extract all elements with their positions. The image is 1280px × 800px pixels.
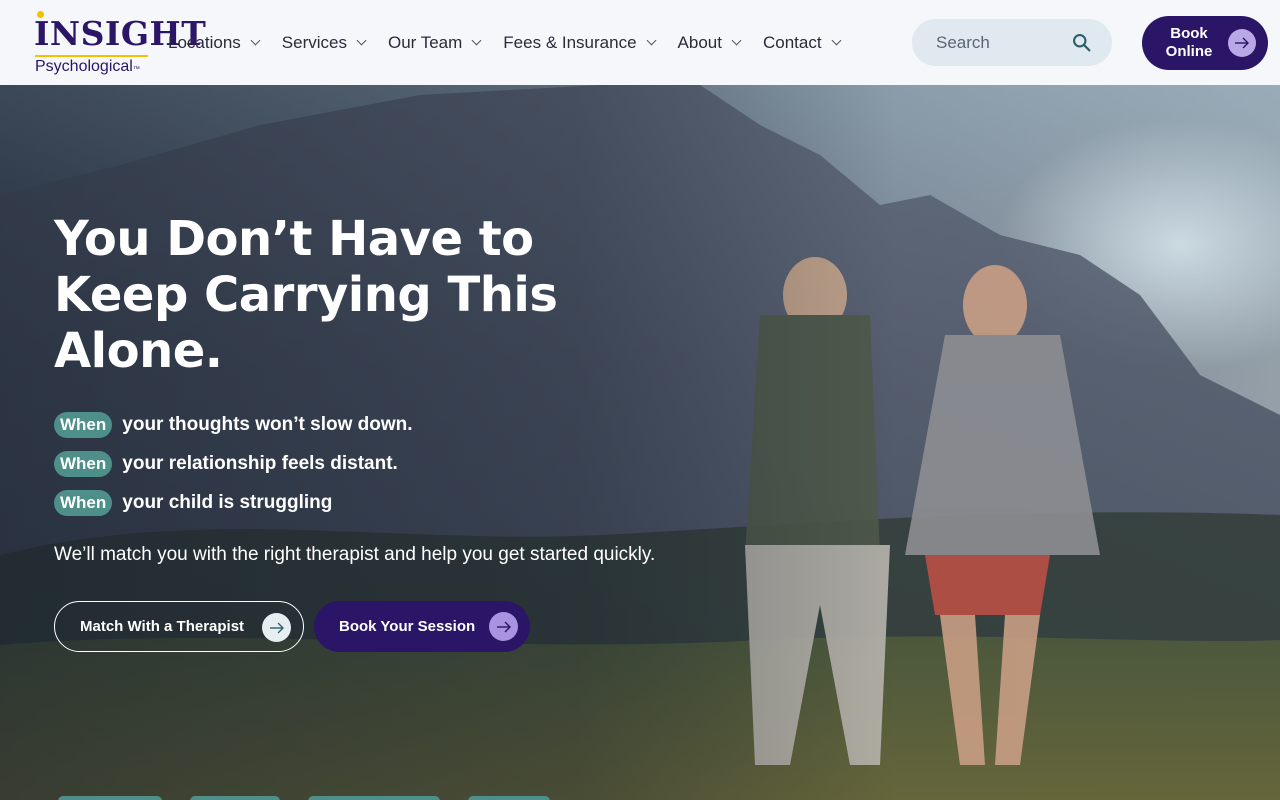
when-badge: When — [54, 450, 113, 477]
when-text: your child is struggling — [122, 491, 333, 513]
book-online-label: Book Online — [1165, 25, 1213, 60]
category-pill[interactable] — [468, 796, 550, 800]
hero-headline: You Don’t Have to Keep Carrying This Alo… — [54, 211, 558, 379]
search-box — [912, 19, 1112, 66]
chevron-down-icon — [831, 35, 842, 45]
arrow-right-icon — [262, 613, 291, 642]
category-pill[interactable] — [190, 796, 280, 800]
when-item: When your child is struggling — [54, 483, 413, 522]
logo-underline — [35, 55, 148, 57]
category-pill[interactable] — [308, 796, 440, 800]
nav-fees-insurance[interactable]: Fees & Insurance — [503, 33, 656, 53]
logo-subtitle: Psychological™ — [35, 58, 140, 75]
category-pill[interactable] — [58, 796, 162, 800]
site-header: INSIGHT Psychological™ Locations Service… — [0, 0, 1280, 85]
book-session-label: Book Your Session — [339, 618, 476, 635]
book-online-button[interactable]: Book Online — [1142, 16, 1268, 70]
arrow-right-icon — [1228, 29, 1256, 57]
chevron-down-icon — [731, 35, 742, 45]
chevron-down-icon — [646, 35, 656, 45]
book-session-button[interactable]: Book Your Session — [314, 601, 530, 652]
search-icon[interactable] — [1071, 32, 1092, 53]
arrow-right-icon — [489, 612, 518, 641]
when-text: your relationship feels distant. — [122, 452, 398, 474]
when-badge: When — [54, 489, 113, 516]
nav-locations[interactable]: Locations — [168, 33, 261, 53]
search-input[interactable] — [936, 32, 1066, 53]
when-item: When your thoughts won’t slow down. — [54, 405, 413, 444]
chevron-down-icon — [471, 35, 482, 45]
main-nav: Locations Services Our Team Fees & Insur… — [168, 0, 863, 85]
hero-section: You Don’t Have to Keep Carrying This Alo… — [0, 85, 1280, 800]
when-list: When your thoughts won’t slow down. When… — [54, 405, 413, 522]
nav-our-team[interactable]: Our Team — [388, 33, 482, 53]
nav-contact[interactable]: Contact — [763, 33, 842, 53]
when-item: When your relationship feels distant. — [54, 444, 413, 483]
when-text: your thoughts won’t slow down. — [122, 413, 413, 435]
chevron-down-icon — [250, 35, 261, 45]
chevron-down-icon — [356, 35, 367, 45]
when-badge: When — [54, 411, 113, 438]
match-therapist-label: Match With a Therapist — [80, 618, 245, 635]
match-therapist-button[interactable]: Match With a Therapist — [54, 601, 304, 652]
insight-logo[interactable]: INSIGHT Psychological™ — [34, 11, 206, 75]
nav-services[interactable]: Services — [282, 33, 367, 53]
hero-tagline: We’ll match you with the right therapist… — [54, 544, 656, 565]
nav-about[interactable]: About — [678, 33, 742, 53]
